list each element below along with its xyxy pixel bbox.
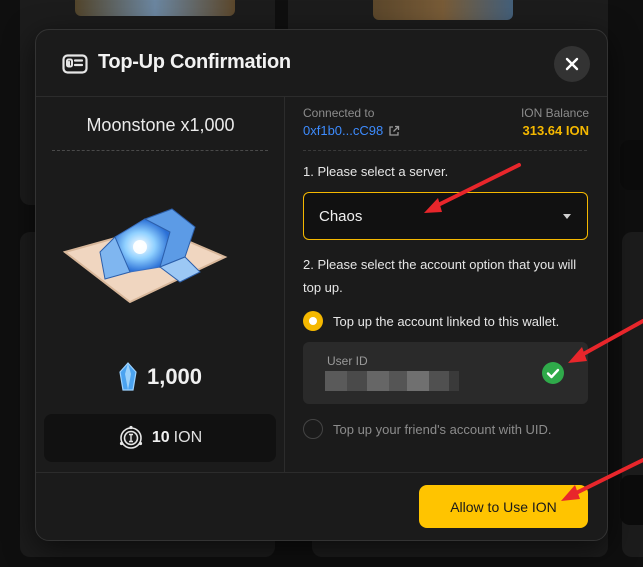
user-id-box: User ID	[303, 342, 588, 404]
divider	[52, 150, 268, 151]
close-button[interactable]	[554, 46, 590, 82]
product-panel: Moonstone x1,000 1,000 10 ION	[36, 97, 285, 472]
price-box: 10 ION	[44, 414, 276, 462]
option-friend-uid[interactable]: Top up your friend's account with UID.	[303, 419, 552, 439]
close-icon	[565, 57, 579, 71]
wallet-card-icon	[62, 54, 88, 74]
modal-title: Top-Up Confirmation	[98, 51, 291, 73]
form-panel: Connected to 0xf1b0...cC98 ION Balance 3…	[285, 97, 607, 472]
option-linked-wallet[interactable]: Top up the account linked to this wallet…	[303, 311, 559, 331]
green-check-icon	[542, 362, 564, 384]
wallet-address[interactable]: 0xf1b0...cC98	[303, 123, 383, 138]
modal-header: Top-Up Confirmation	[36, 30, 607, 97]
step1-label: 1. Please select a server.	[303, 164, 449, 179]
product-name: Moonstone x1,000	[86, 115, 235, 135]
allow-to-use-ion-button[interactable]: Allow to Use ION	[419, 485, 588, 528]
user-id-label: User ID	[327, 354, 368, 368]
modal-footer: Allow to Use ION	[36, 472, 607, 540]
server-value: Chaos	[319, 207, 363, 225]
moonstone-product-image	[62, 208, 228, 304]
user-id-value-redacted	[325, 371, 459, 391]
option2-label: Top up your friend's account with UID.	[333, 421, 552, 437]
step2-label: 2. Please select the account option that…	[303, 257, 577, 295]
top-up-confirmation-modal: Top-Up Confirmation Moonstone x1,000 1,0…	[35, 29, 608, 541]
balance-label: ION Balance	[520, 106, 589, 120]
radio-unselected[interactable]	[303, 419, 323, 439]
caret-down-icon	[563, 214, 571, 219]
option1-label: Top up the account linked to this wallet…	[333, 313, 560, 329]
moonstone-gem-icon	[119, 362, 137, 391]
price-value: 10	[151, 429, 170, 446]
ion-coin-icon	[119, 425, 142, 449]
balance-value: 313.64 ION	[522, 123, 590, 138]
radio-selected[interactable]	[303, 311, 323, 331]
connected-label: Connected to	[303, 106, 375, 120]
amount-value: 1,000	[146, 364, 203, 389]
external-link-icon[interactable]	[388, 125, 400, 137]
amount-row: 1,000	[36, 362, 285, 392]
server-select[interactable]: Chaos	[303, 192, 588, 240]
price-unit: ION	[173, 429, 203, 446]
wallet-address-link[interactable]: 0xf1b0...cC98	[303, 123, 400, 138]
divider	[303, 150, 587, 151]
